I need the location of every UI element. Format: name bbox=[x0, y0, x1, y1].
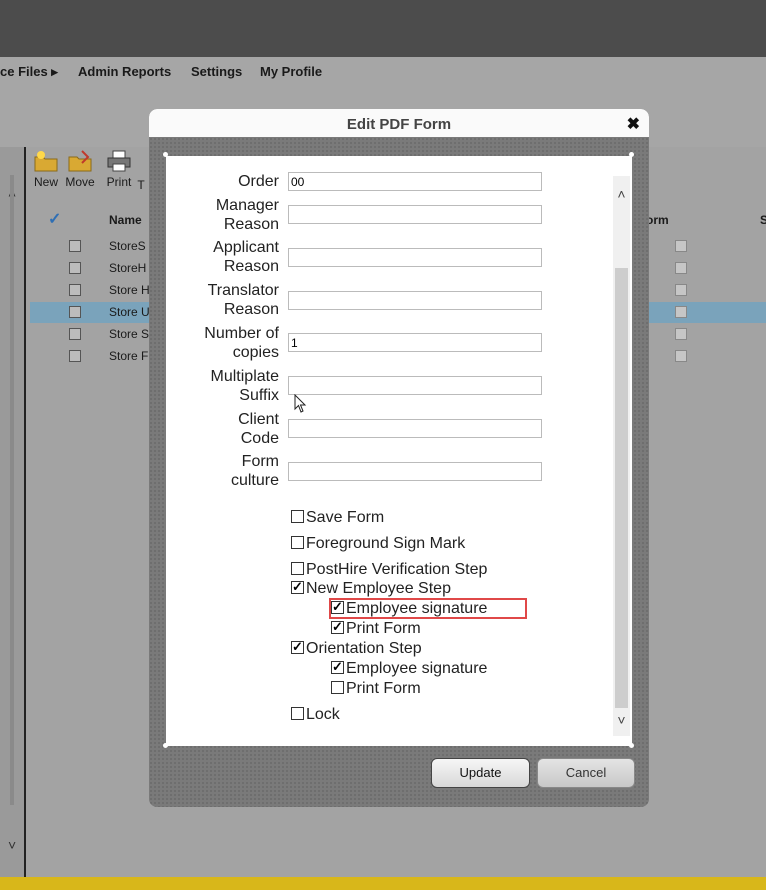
table-row-name[interactable]: Store S bbox=[109, 327, 149, 341]
column-header-form[interactable]: orm bbox=[646, 213, 669, 227]
row-checkbox[interactable] bbox=[69, 284, 81, 296]
new-employee-print-form-option[interactable]: Print Form bbox=[331, 618, 421, 638]
bottom-status-bar bbox=[0, 877, 766, 890]
table-row-name[interactable]: Store U bbox=[109, 305, 150, 319]
field-label-number-of-copies: Number of copies bbox=[204, 325, 279, 361]
applicant-reason-field[interactable] bbox=[288, 248, 542, 267]
foreground-sign-mark-option[interactable]: Foreground Sign Mark bbox=[291, 535, 465, 553]
dialog-header[interactable]: Edit PDF Form ✖ bbox=[149, 109, 649, 137]
row-form-checkbox[interactable] bbox=[675, 306, 687, 318]
toolbar-new-label: New bbox=[33, 175, 58, 189]
orientation-print-form-checkbox[interactable] bbox=[331, 681, 344, 694]
select-all-check-icon[interactable]: ✓ bbox=[48, 209, 61, 229]
table-row-name[interactable]: StoreS bbox=[109, 239, 146, 253]
field-label-translator-reason: Translator Reason bbox=[207, 282, 279, 318]
table-row-name[interactable]: Store F bbox=[109, 349, 148, 363]
toolbar-move-button[interactable]: Move bbox=[60, 149, 100, 189]
orientation-print-form-option[interactable]: Print Form bbox=[331, 680, 421, 698]
number-of-copies-field[interactable] bbox=[288, 333, 542, 352]
top-bar bbox=[0, 0, 766, 57]
move-folder-icon bbox=[68, 150, 92, 172]
order-field[interactable] bbox=[288, 172, 542, 191]
save-form-option[interactable]: Save Form bbox=[291, 509, 384, 527]
orientation-signature-option[interactable]: Employee signature bbox=[331, 658, 487, 678]
new-employee-print-form-checkbox[interactable] bbox=[331, 618, 344, 636]
client-code-field[interactable] bbox=[288, 419, 542, 438]
row-form-checkbox[interactable] bbox=[675, 284, 687, 296]
row-checkbox[interactable] bbox=[69, 350, 81, 362]
dialog-title: Edit PDF Form bbox=[346, 116, 452, 133]
multiplate-suffix-field[interactable] bbox=[288, 376, 542, 395]
update-button[interactable]: Update bbox=[431, 758, 530, 788]
manager-reason-field[interactable] bbox=[288, 205, 542, 224]
new-employee-step-option[interactable]: New Employee Step bbox=[291, 578, 451, 598]
field-label-manager-reason: Manager Reason bbox=[215, 197, 279, 233]
scroll-down-icon[interactable]: ˅ bbox=[613, 712, 630, 728]
posthire-verification-step-checkbox[interactable] bbox=[291, 562, 304, 575]
foreground-sign-mark-checkbox[interactable] bbox=[291, 536, 304, 549]
toolbar-print-label: Print bbox=[106, 175, 132, 189]
row-form-checkbox[interactable] bbox=[675, 240, 687, 252]
table-row-name[interactable]: Store H bbox=[109, 283, 150, 297]
field-label-form-culture: Form culture bbox=[230, 453, 279, 489]
row-form-checkbox[interactable] bbox=[675, 262, 687, 274]
orientation-signature-checkbox[interactable] bbox=[331, 658, 344, 676]
row-form-checkbox[interactable] bbox=[675, 328, 687, 340]
field-label-multiplate-suffix: Multiplate Suffix bbox=[210, 368, 279, 404]
lock-checkbox[interactable] bbox=[291, 707, 304, 720]
field-label-applicant-reason: Applicant Reason bbox=[213, 239, 279, 275]
toolbar-extra-button[interactable]: T bbox=[131, 178, 151, 192]
scrollbar-thumb[interactable] bbox=[615, 268, 628, 708]
scroll-up-icon[interactable]: ˄ bbox=[613, 186, 630, 202]
column-header-name[interactable]: Name bbox=[109, 213, 142, 227]
highlight-annotation-box bbox=[329, 598, 527, 619]
printer-icon bbox=[107, 150, 131, 172]
dialog-scrollbar[interactable]: ˄ ˅ bbox=[613, 176, 630, 736]
cancel-button[interactable]: Cancel bbox=[537, 758, 635, 788]
edit-pdf-form-dialog: Edit PDF Form ✖ Order ManagerReason Appl… bbox=[149, 109, 649, 807]
table-row-name[interactable]: StoreH bbox=[109, 261, 146, 275]
left-scroll-down-icon[interactable]: ˅ bbox=[8, 837, 16, 853]
mouse-cursor-icon bbox=[294, 394, 307, 413]
toolbar-move-label: Move bbox=[65, 175, 95, 189]
field-label-order: Order bbox=[238, 173, 279, 190]
row-form-checkbox[interactable] bbox=[675, 350, 687, 362]
form-culture-field[interactable] bbox=[288, 462, 542, 481]
orientation-step-checkbox[interactable] bbox=[291, 638, 304, 656]
new-folder-icon bbox=[34, 151, 58, 172]
menu-item-files[interactable]: ce Files ▸ bbox=[0, 64, 58, 80]
row-checkbox[interactable] bbox=[69, 240, 81, 252]
row-checkbox[interactable] bbox=[69, 262, 81, 274]
posthire-verification-step-option[interactable]: PostHire Verification Step bbox=[291, 561, 487, 579]
new-employee-step-checkbox[interactable] bbox=[291, 578, 304, 596]
save-form-checkbox[interactable] bbox=[291, 510, 304, 523]
toolbar-extra-label: T bbox=[137, 178, 145, 192]
left-scroll-track[interactable] bbox=[10, 175, 14, 805]
translator-reason-field[interactable] bbox=[288, 291, 542, 310]
menu-item-admin-reports[interactable]: Admin Reports bbox=[78, 64, 171, 79]
row-checkbox[interactable] bbox=[69, 306, 81, 318]
close-icon[interactable]: ✖ bbox=[627, 114, 640, 134]
menu-item-my-profile[interactable]: My Profile bbox=[260, 64, 322, 79]
orientation-step-option[interactable]: Orientation Step bbox=[291, 638, 422, 658]
dialog-form-body: Order ManagerReason ApplicantReason Tran… bbox=[166, 156, 632, 746]
row-checkbox[interactable] bbox=[69, 328, 81, 340]
field-label-client-code: Client Code bbox=[238, 411, 279, 447]
menu-item-settings[interactable]: Settings bbox=[191, 64, 242, 79]
column-header-s[interactable]: S bbox=[760, 213, 766, 227]
lock-option[interactable]: Lock bbox=[291, 706, 340, 724]
